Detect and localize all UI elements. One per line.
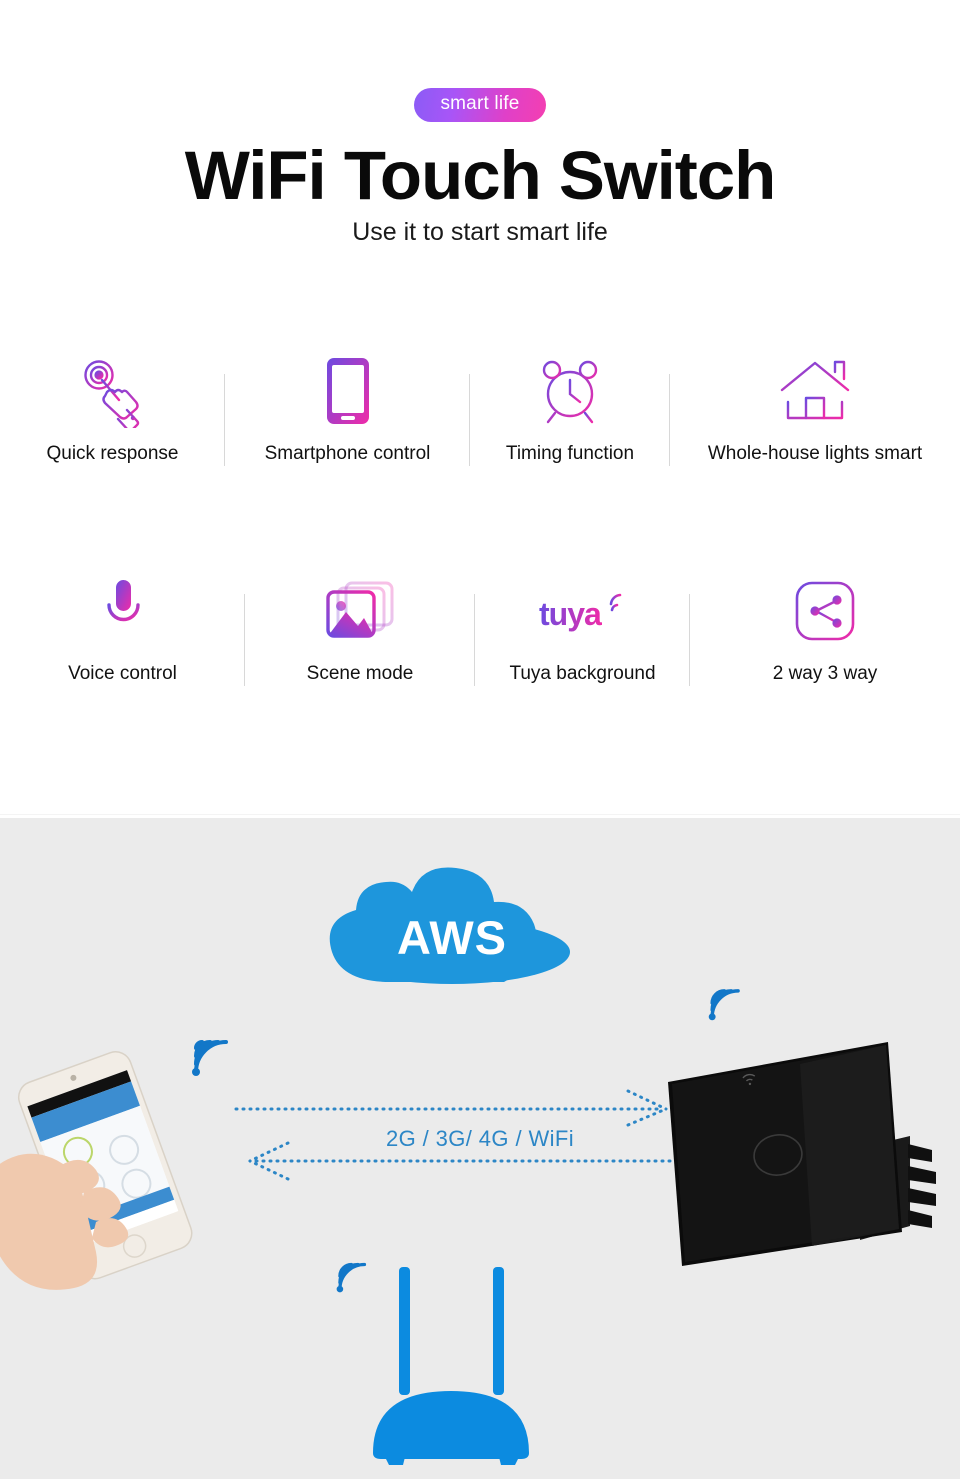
smartphone-icon <box>325 352 371 430</box>
share-nodes-icon <box>794 572 856 650</box>
feature-label: Quick response <box>46 443 179 464</box>
feature-timing-function: Timing function <box>470 352 670 492</box>
feature-tuya-background: tuya Tuya background <box>475 572 690 702</box>
svg-text:tuya: tuya <box>539 596 602 632</box>
feature-label: Whole-house lights smart <box>707 443 923 464</box>
feature-row-2: Voice control Scene mode tuya Tuya backg… <box>0 572 960 702</box>
feature-label: Smartphone control <box>264 443 431 464</box>
alarm-clock-icon <box>536 352 604 430</box>
smart-life-badge: smart life <box>414 88 546 122</box>
page-title: WiFi Touch Switch <box>184 137 777 214</box>
feature-row-1: Quick response Smartphone control Timing… <box>0 352 960 492</box>
feature-label: Timing function <box>505 443 635 464</box>
page-subtitle: Use it to start smart life <box>352 218 608 246</box>
feature-voice-control: Voice control <box>0 572 245 702</box>
touch-hand-icon <box>75 352 151 430</box>
tuya-logo-icon: tuya <box>533 572 633 650</box>
house-icon <box>778 352 852 430</box>
feature-label: 2 way 3 way <box>772 663 878 684</box>
feature-whole-house-lights: Whole-house lights smart <box>670 352 960 492</box>
router-icon <box>345 1265 560 1470</box>
black-switch-panel-icon <box>660 1020 960 1275</box>
badge-row: smart life <box>0 88 960 122</box>
microphone-icon <box>101 572 145 650</box>
hero-section: smart life WiFi Touch Switch Use it to s… <box>0 0 960 818</box>
photo-stack-icon <box>324 572 396 650</box>
feature-label: Voice control <box>68 663 177 684</box>
feature-quick-response: Quick response <box>0 352 225 492</box>
feature-label: Scene mode <box>306 663 414 684</box>
feature-scene-mode: Scene mode <box>245 572 475 702</box>
feature-2way-3way: 2 way 3 way <box>690 572 960 702</box>
phone-app-icon <box>0 1040 218 1295</box>
feature-smartphone-control: Smartphone control <box>225 352 470 492</box>
feature-label: Tuya background <box>509 663 656 684</box>
aws-label: AWS <box>396 911 508 964</box>
feature-grid: Quick response Smartphone control Timing… <box>0 352 960 702</box>
section-divider <box>0 814 960 815</box>
product-page: smart life WiFi Touch Switch Use it to s… <box>0 0 960 1479</box>
